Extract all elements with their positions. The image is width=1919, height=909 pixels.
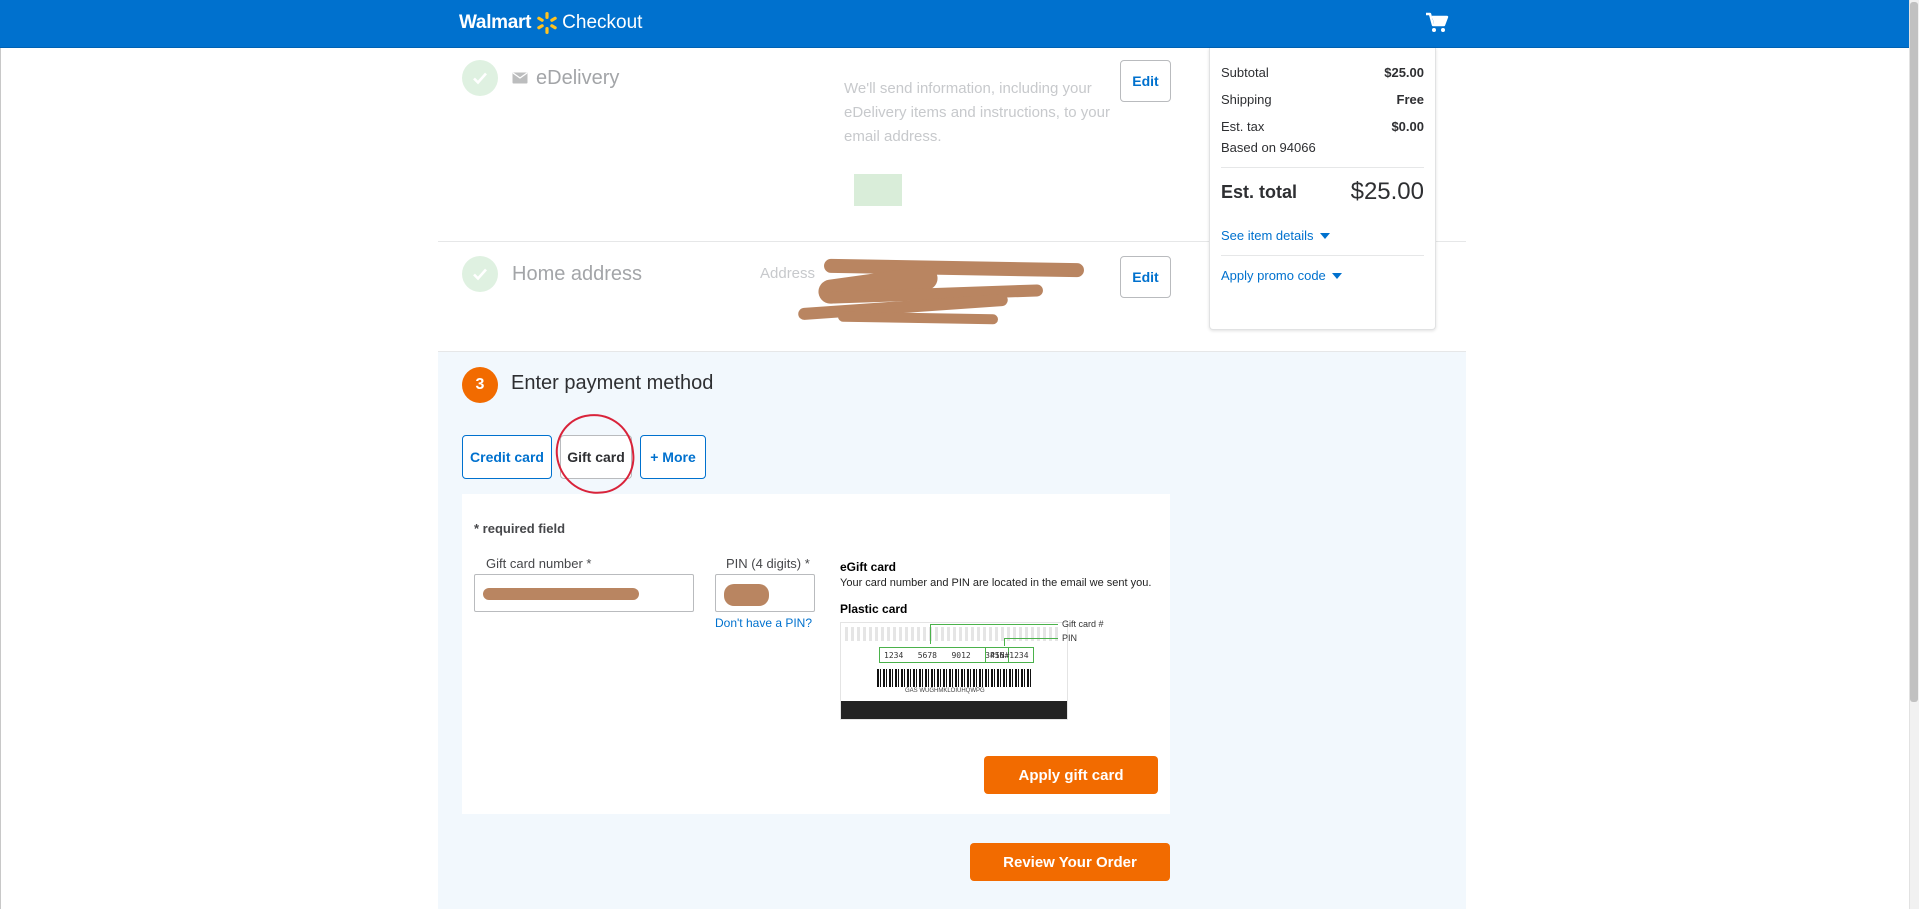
gift-card-number-label: Gift card number * bbox=[486, 556, 592, 571]
address-edit-button[interactable]: Edit bbox=[1120, 256, 1171, 298]
apply-promo-code-link[interactable]: Apply promo code bbox=[1221, 268, 1342, 283]
email-icon bbox=[512, 72, 528, 84]
address-title: Home address bbox=[512, 263, 643, 285]
scrollbar-thumb[interactable] bbox=[1910, 2, 1918, 702]
tax-value: $0.00 bbox=[1391, 119, 1424, 134]
annotation-circle bbox=[552, 410, 638, 498]
callout-pin: PIN bbox=[1062, 633, 1078, 643]
pin-input[interactable] bbox=[715, 574, 815, 612]
card-pin-sample: PIN#1234 bbox=[985, 647, 1034, 663]
edelivery-complete-icon bbox=[462, 60, 498, 96]
egift-title: eGift card bbox=[840, 560, 897, 574]
payment-section: 3 Enter payment method Credit card Gift … bbox=[438, 352, 1466, 909]
tab-more[interactable]: + More bbox=[640, 435, 706, 479]
window-edge bbox=[0, 48, 1, 909]
egift-description: Your card number and PIN are located in … bbox=[840, 577, 1152, 589]
brand-name: Walmart bbox=[459, 12, 532, 33]
subtotal-row: Subtotal $25.00 bbox=[1221, 65, 1424, 80]
callout-gift-card-number: Gift card # bbox=[1062, 619, 1104, 629]
edelivery-info: We'll send information, including your e… bbox=[844, 80, 1110, 145]
plastic-card-title: Plastic card bbox=[840, 602, 908, 616]
total-value: $25.00 bbox=[1350, 178, 1424, 205]
spark-icon bbox=[537, 12, 557, 34]
edelivery-title: eDelivery bbox=[536, 67, 620, 89]
pin-redaction bbox=[724, 584, 769, 606]
no-pin-link[interactable]: Don't have a PIN? bbox=[715, 616, 812, 630]
order-summary: Subtotal $25.00 Shipping Free Est. tax $… bbox=[1209, 48, 1436, 330]
see-item-details-link[interactable]: See item details bbox=[1221, 228, 1330, 243]
tax-row: Est. tax $0.00 bbox=[1221, 119, 1424, 134]
barcode bbox=[877, 669, 1033, 687]
edelivery-edit-button[interactable]: Edit bbox=[1120, 60, 1171, 102]
address-complete-icon bbox=[462, 256, 498, 292]
gift-card-number-redaction bbox=[483, 588, 639, 600]
subtotal-value: $25.00 bbox=[1384, 65, 1424, 80]
tab-credit-card[interactable]: Credit card bbox=[462, 435, 552, 479]
pin-label: PIN (4 digits) * bbox=[726, 556, 810, 571]
header-bar: Walmart Checkout bbox=[0, 0, 1909, 48]
barcode-text: GAS WUGHMKLOIUHQWPG bbox=[905, 688, 985, 694]
summary-divider bbox=[1221, 167, 1424, 168]
walmart-logo[interactable]: Walmart Checkout bbox=[459, 10, 642, 36]
tax-label: Est. tax bbox=[1221, 119, 1265, 134]
shipping-row: Shipping Free bbox=[1221, 92, 1424, 107]
shipping-label: Shipping bbox=[1221, 92, 1272, 107]
summary-divider bbox=[1221, 255, 1424, 256]
payment-title: Enter payment method bbox=[511, 372, 714, 394]
apply-gift-card-button[interactable]: Apply gift card bbox=[984, 756, 1158, 794]
address-label: Address bbox=[760, 265, 816, 282]
tax-zip-note: Based on 94066 bbox=[1221, 140, 1316, 155]
cart-icon[interactable] bbox=[1424, 10, 1450, 36]
plastic-card-image: 1234 5678 9012 3456 PIN#1234 GAS WUGHMKL… bbox=[840, 622, 1068, 720]
gift-card-form: * required field Gift card number * PIN … bbox=[462, 494, 1170, 814]
shipping-value: Free bbox=[1396, 92, 1424, 107]
edelivery-thumbnail bbox=[854, 174, 902, 206]
total-label: Est. total bbox=[1221, 182, 1298, 202]
chevron-down-icon bbox=[1331, 272, 1342, 279]
required-note: * required field bbox=[474, 521, 566, 536]
magnetic-stripe bbox=[841, 701, 1067, 719]
chevron-down-icon bbox=[1319, 232, 1330, 239]
step-number-badge: 3 bbox=[462, 367, 498, 403]
page-title: Checkout bbox=[562, 12, 643, 33]
review-order-button[interactable]: Review Your Order bbox=[970, 843, 1170, 881]
gift-card-number-input[interactable] bbox=[474, 574, 694, 612]
subtotal-label: Subtotal bbox=[1221, 65, 1269, 80]
